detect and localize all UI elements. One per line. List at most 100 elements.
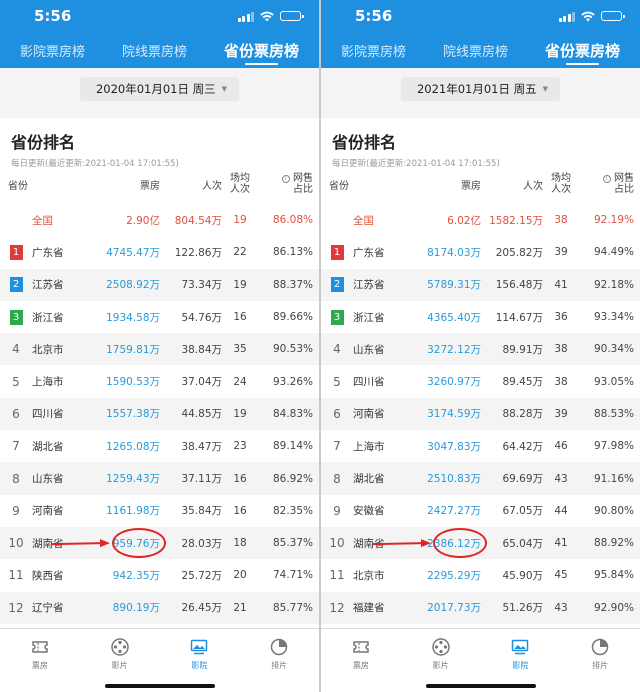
table-row[interactable]: 8 湖北省 2510.83万 69.69万 43 91.16% [321,462,640,495]
rank-cell: 1 [321,244,353,260]
audience-value: 54.76万 [181,311,222,324]
table-row[interactable]: 2 江苏省 5789.31万 156.48万 41 92.18% [321,268,640,301]
rank-cell: 3 [0,309,32,325]
boxoffice-value: 942.35万 [112,569,160,582]
online-share-value: 82.35% [272,504,313,517]
nav-schedule[interactable]: 排片 [239,629,319,692]
province-name: 江苏省 [353,279,385,292]
table-row[interactable]: 12 辽宁省 890.19万 26.45万 21 85.77% [0,591,319,624]
header-boxoffice[interactable]: 票房 [409,177,481,192]
table-row[interactable]: 11 陕西省 942.35万 25.72万 20 74.71% [0,559,319,591]
rank-cell: 5 [321,375,353,389]
highlight-circle [433,528,487,559]
audience-value: 45.90万 [502,569,543,582]
table-row[interactable]: 9 安徽省 2427.27万 67.05万 44 90.80% [321,495,640,527]
nav-boxoffice[interactable]: 票房 [321,629,401,692]
header-avg-audience[interactable]: 场均 人次 [543,173,579,195]
table-row[interactable]: 1 广东省 4745.47万 122.86万 22 86.13% [0,236,319,268]
status-bar: 5:56 [0,0,319,32]
header-avg-audience[interactable]: 场均 人次 [222,173,258,195]
avg-audience-value: 23 [233,440,247,453]
province-name: 浙江省 [353,311,385,324]
info-icon[interactable]: i [281,175,290,183]
table-row-total[interactable]: 全国 6.02亿 1582.15万 38 92.19% [321,204,640,237]
province-name: 北京市 [32,343,64,356]
table-row[interactable]: 7 上海市 3047.83万 64.42万 46 97.98% [321,430,640,462]
table-row[interactable]: 3 浙江省 4365.40万 114.67万 36 93.34% [321,301,640,333]
header-audience[interactable]: 人次 [481,177,543,192]
date-selector[interactable]: 2020年01月01日 周三 ▼ [79,77,240,101]
table-row[interactable]: 12 福建省 2017.73万 51.26万 43 92.90% [321,591,640,624]
rank-number: 8 [12,471,20,486]
rank-cell: 12 [0,601,32,615]
online-share-value: 88.92% [593,537,634,550]
rank-number: 9 [333,503,341,518]
header-online-share[interactable]: i 网售 占比 [258,173,319,195]
table-row[interactable]: 6 四川省 1557.38万 44.85万 19 84.83% [0,397,319,431]
boxoffice-value: 8174.03万 [427,246,481,259]
table-row[interactable]: 4 山东省 3272.12万 89.91万 38 90.34% [321,333,640,366]
header-online-share[interactable]: i 网售 占比 [579,173,640,195]
header-audience[interactable]: 人次 [160,177,222,192]
total-audience: 1582.15万 [489,214,543,227]
app-header: 5:56 影院票房榜 院线票房榜 省份票房榜 [0,0,319,68]
nav-boxoffice[interactable]: 票房 [0,629,80,692]
avg-audience-value: 41 [554,537,568,550]
table-row[interactable]: 4 北京市 1759.81万 38.84万 35 90.53% [0,333,319,366]
tab-chain-boxoffice[interactable]: 院线票房榜 [122,32,187,68]
rank-number: 4 [12,342,20,357]
table-row[interactable]: 3 浙江省 1934.58万 54.76万 16 89.66% [0,301,319,333]
rank-cell: 9 [321,504,353,518]
tab-cinema-boxoffice[interactable]: 影院票房榜 [20,32,85,68]
nav-films[interactable]: 影片 [401,629,481,692]
table-row[interactable]: 11 北京市 2295.29万 45.90万 45 95.84% [321,559,640,591]
nav-schedule[interactable]: 排片 [560,629,640,692]
header-avg-audience-line1: 场均 [230,173,250,184]
tab-cinema-boxoffice[interactable]: 影院票房榜 [341,32,406,68]
audience-value: 89.91万 [502,343,543,356]
boxoffice-value: 1759.81万 [106,343,160,356]
tab-province-boxoffice[interactable]: 省份票房榜 [224,32,299,68]
boxoffice-value: 890.19万 [112,602,160,615]
battery-icon [601,11,625,21]
table-row[interactable]: 1 广东省 8174.03万 205.82万 39 94.49% [321,236,640,268]
table-row[interactable]: 2 江苏省 2508.92万 73.34万 19 88.37% [0,268,319,301]
tab-province-boxoffice[interactable]: 省份票房榜 [545,32,620,68]
signal-icon [237,11,254,22]
online-share-value: 88.37% [272,278,313,291]
total-avg-audience: 19 [233,214,247,227]
nav-cinemas[interactable]: 影院 [160,629,240,692]
table-body: 全国 6.02亿 1582.15万 38 92.19% 1 广东省 8174.03万… [321,204,640,624]
nav-films[interactable]: 影片 [80,629,160,692]
divider [0,110,319,118]
rank-number: 10 [8,536,24,551]
table-row[interactable]: 8 山东省 1259.43万 37.11万 16 86.92% [0,462,319,495]
table-row[interactable]: 5 四川省 3260.97万 89.45万 38 93.05% [321,365,640,397]
online-share-value: 86.92% [272,472,313,485]
table-row[interactable]: 9 河南省 1161.98万 35.84万 16 82.35% [0,495,319,527]
rank-number: 11 [8,568,24,583]
table-row-total[interactable]: 全国 2.90亿 804.54万 19 86.08% [0,204,319,237]
table-row[interactable]: 7 湖北省 1265.08万 38.47万 23 89.14% [0,430,319,462]
rank-cell: 3 [321,309,353,325]
nav-cinemas[interactable]: 影院 [481,629,561,692]
info-icon[interactable]: i [602,175,611,183]
avg-audience-value: 38 [554,343,568,356]
audience-value: 122.86万 [174,246,222,259]
header-boxoffice[interactable]: 票房 [88,177,160,192]
rank-number: 10 [329,536,345,551]
date-selector[interactable]: 2021年01月01日 周五 ▼ [400,77,561,101]
province-name: 上海市 [32,376,64,389]
tab-bar: 影院票房榜 院线票房榜 省份票房榜 [0,32,319,68]
boxoffice-value: 4365.40万 [427,311,481,324]
province-name: 北京市 [353,569,385,582]
table-row[interactable]: 5 上海市 1590.53万 37.04万 24 93.26% [0,365,319,397]
date-value: 2021年01月01日 周五 [416,82,537,96]
header-avg-audience-line1: 场均 [551,173,571,184]
rank-cell: 2 [0,277,32,293]
table-row[interactable]: 6 河南省 3174.59万 88.28万 39 88.53% [321,397,640,431]
online-share-value: 93.26% [272,375,313,388]
audience-value: 26.45万 [181,602,222,615]
ticket-icon [32,641,48,653]
tab-chain-boxoffice[interactable]: 院线票房榜 [443,32,508,68]
